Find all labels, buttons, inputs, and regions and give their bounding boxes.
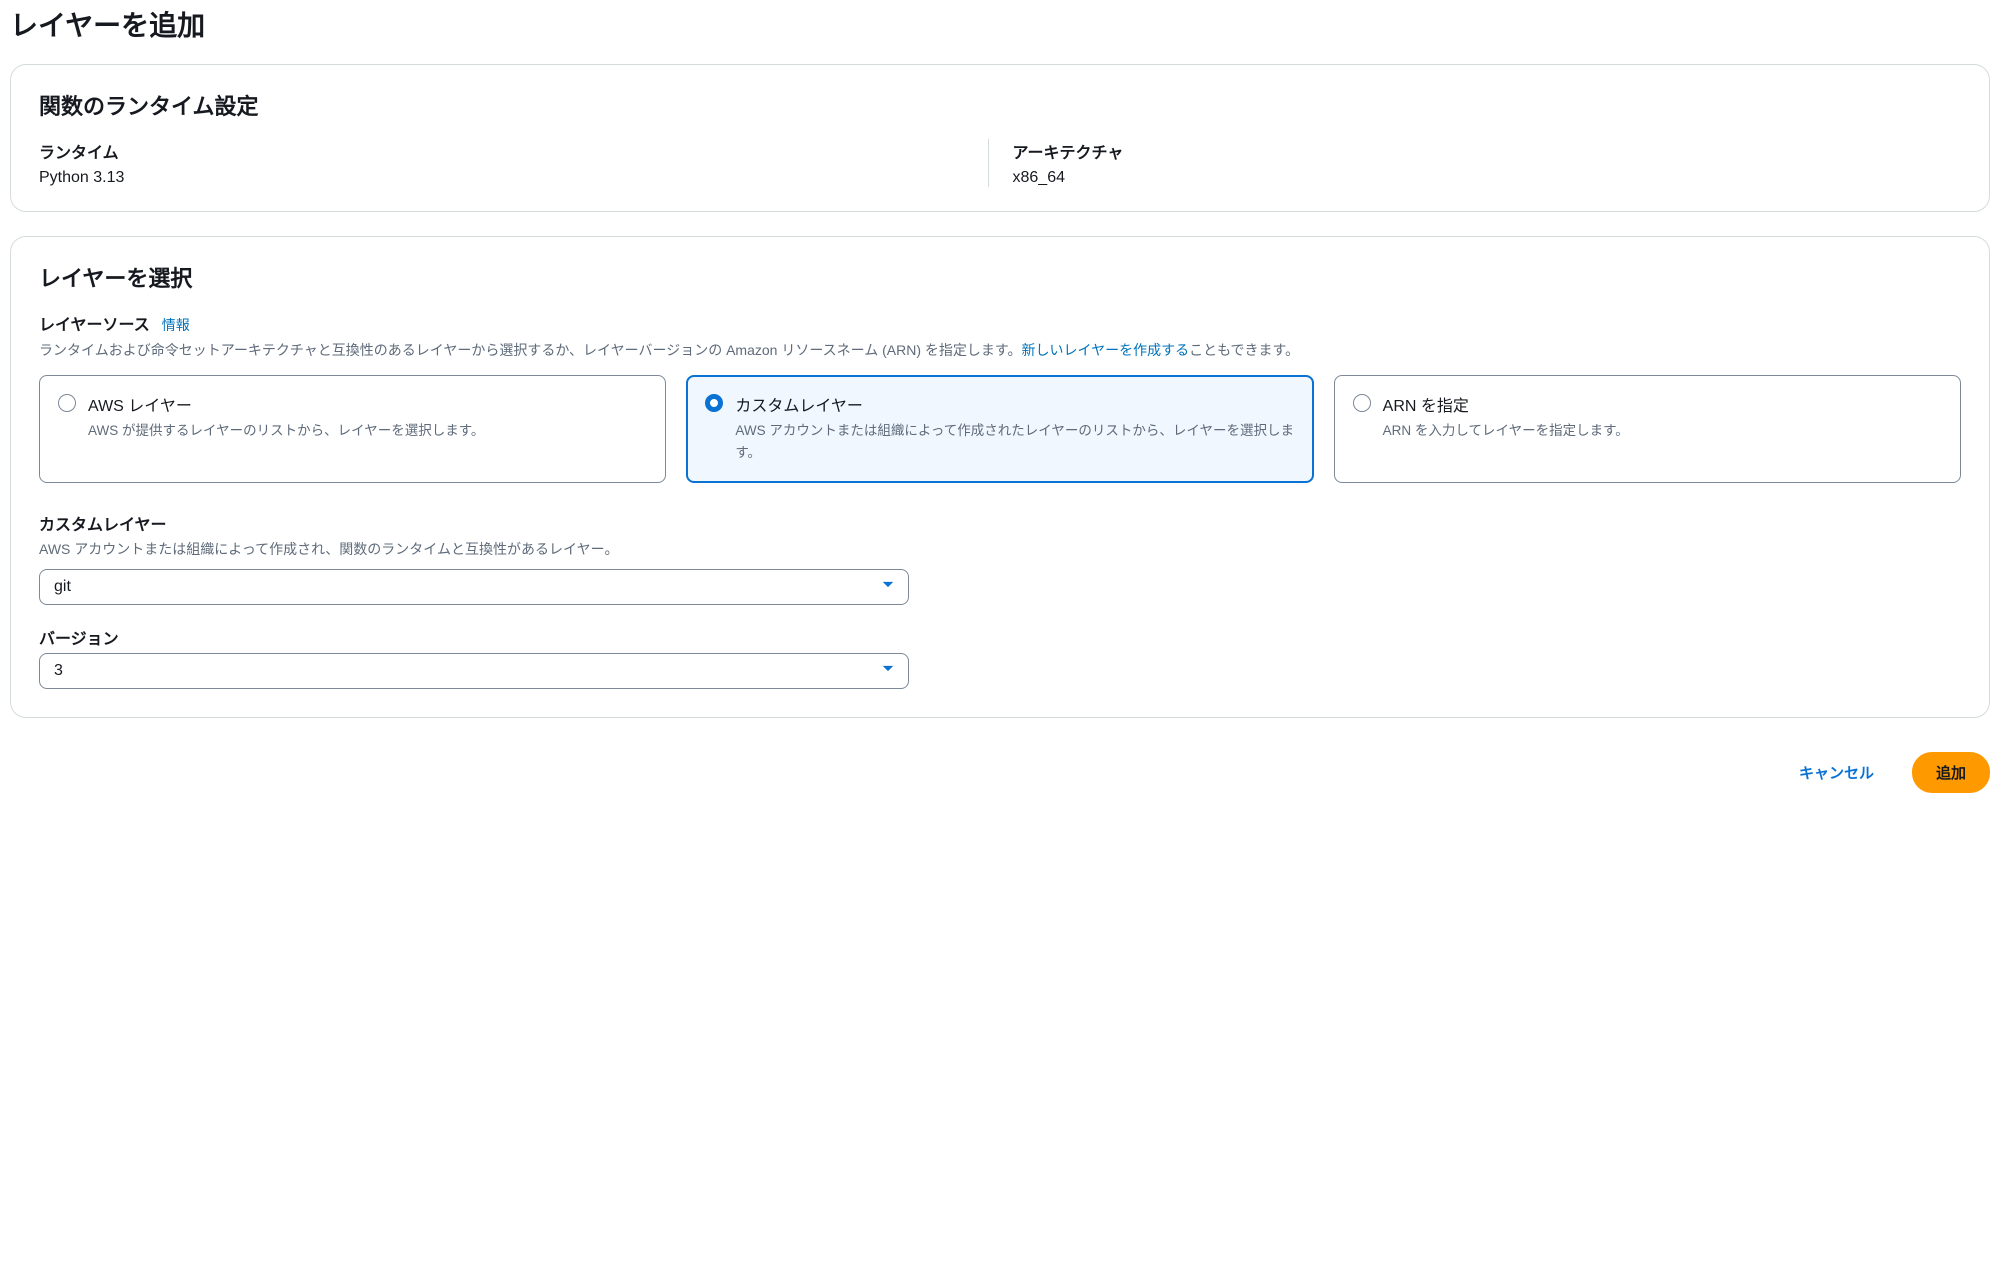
architecture-label: アーキテクチャ <box>1013 139 1938 163</box>
radio-aws-desc: AWS が提供するレイヤーのリストから、レイヤーを選択します。 <box>88 420 647 442</box>
radio-aws-layers[interactable]: AWS レイヤー AWS が提供するレイヤーのリストから、レイヤーを選択します。 <box>39 375 666 482</box>
layer-source-header: レイヤーソース 情報 <box>39 311 1961 335</box>
radio-content: ARN を指定 ARN を入力してレイヤーを指定します。 <box>1383 392 1942 463</box>
runtime-panel-title: 関数のランタイム設定 <box>39 89 1961 121</box>
runtime-col: ランタイム Python 3.13 <box>39 139 988 187</box>
cancel-button[interactable]: キャンセル <box>1775 752 1898 793</box>
radio-icon <box>1353 394 1371 412</box>
layer-source-label: レイヤーソース <box>39 311 150 335</box>
radio-content: カスタムレイヤー AWS アカウントまたは組織によって作成されたレイヤーのリスト… <box>735 392 1294 463</box>
version-selected-value: 3 <box>39 653 909 689</box>
version-label: バージョン <box>39 625 1961 649</box>
runtime-value: Python 3.13 <box>39 169 964 187</box>
add-button[interactable]: 追加 <box>1912 752 1990 793</box>
radio-aws-title: AWS レイヤー <box>88 392 647 416</box>
info-link[interactable]: 情報 <box>162 315 190 335</box>
custom-layer-group: カスタムレイヤー AWS アカウントまたは組織によって作成され、関数のランタイム… <box>39 511 1961 605</box>
radio-custom-title: カスタムレイヤー <box>735 392 1294 416</box>
architecture-col: アーキテクチャ x86_64 <box>988 139 1962 187</box>
description-prefix: ランタイムおよび命令セットアーキテクチャと互換性のあるレイヤーから選択するか、レ… <box>39 342 1021 358</box>
description-suffix: こともできます。 <box>1189 342 1299 358</box>
radio-icon <box>705 394 723 412</box>
radio-arn-title: ARN を指定 <box>1383 392 1942 416</box>
radio-specify-arn[interactable]: ARN を指定 ARN を入力してレイヤーを指定します。 <box>1334 375 1961 482</box>
version-select[interactable]: 3 <box>39 653 909 689</box>
custom-layer-selected-value: git <box>39 569 909 605</box>
radio-custom-desc: AWS アカウントまたは組織によって作成されたレイヤーのリストから、レイヤーを選… <box>735 420 1294 463</box>
version-group: バージョン 3 <box>39 625 1961 689</box>
action-row: キャンセル 追加 <box>10 742 1990 793</box>
radio-custom-layers[interactable]: カスタムレイヤー AWS アカウントまたは組織によって作成されたレイヤーのリスト… <box>686 375 1313 482</box>
custom-layer-help: AWS アカウントまたは組織によって作成され、関数のランタイムと互換性があるレイ… <box>39 539 1961 559</box>
runtime-settings-panel: 関数のランタイム設定 ランタイム Python 3.13 アーキテクチャ x86… <box>10 64 1990 212</box>
radio-icon <box>58 394 76 412</box>
layer-source-options: AWS レイヤー AWS が提供するレイヤーのリストから、レイヤーを選択します。… <box>39 375 1961 482</box>
layer-source-description: ランタイムおよび命令セットアーキテクチャと互換性のあるレイヤーから選択するか、レ… <box>39 339 1961 361</box>
custom-layer-label: カスタムレイヤー <box>39 511 1961 535</box>
custom-layer-select[interactable]: git <box>39 569 909 605</box>
runtime-label: ランタイム <box>39 139 964 163</box>
runtime-grid: ランタイム Python 3.13 アーキテクチャ x86_64 <box>39 139 1961 187</box>
create-layer-link[interactable]: 新しいレイヤーを作成する <box>1021 342 1189 358</box>
architecture-value: x86_64 <box>1013 169 1938 187</box>
radio-arn-desc: ARN を入力してレイヤーを指定します。 <box>1383 420 1942 442</box>
choose-layer-panel: レイヤーを選択 レイヤーソース 情報 ランタイムおよび命令セットアーキテクチャと… <box>10 236 1990 718</box>
radio-content: AWS レイヤー AWS が提供するレイヤーのリストから、レイヤーを選択します。 <box>88 392 647 463</box>
choose-layer-title: レイヤーを選択 <box>39 261 1961 293</box>
page-title: レイヤーを追加 <box>10 0 1990 44</box>
